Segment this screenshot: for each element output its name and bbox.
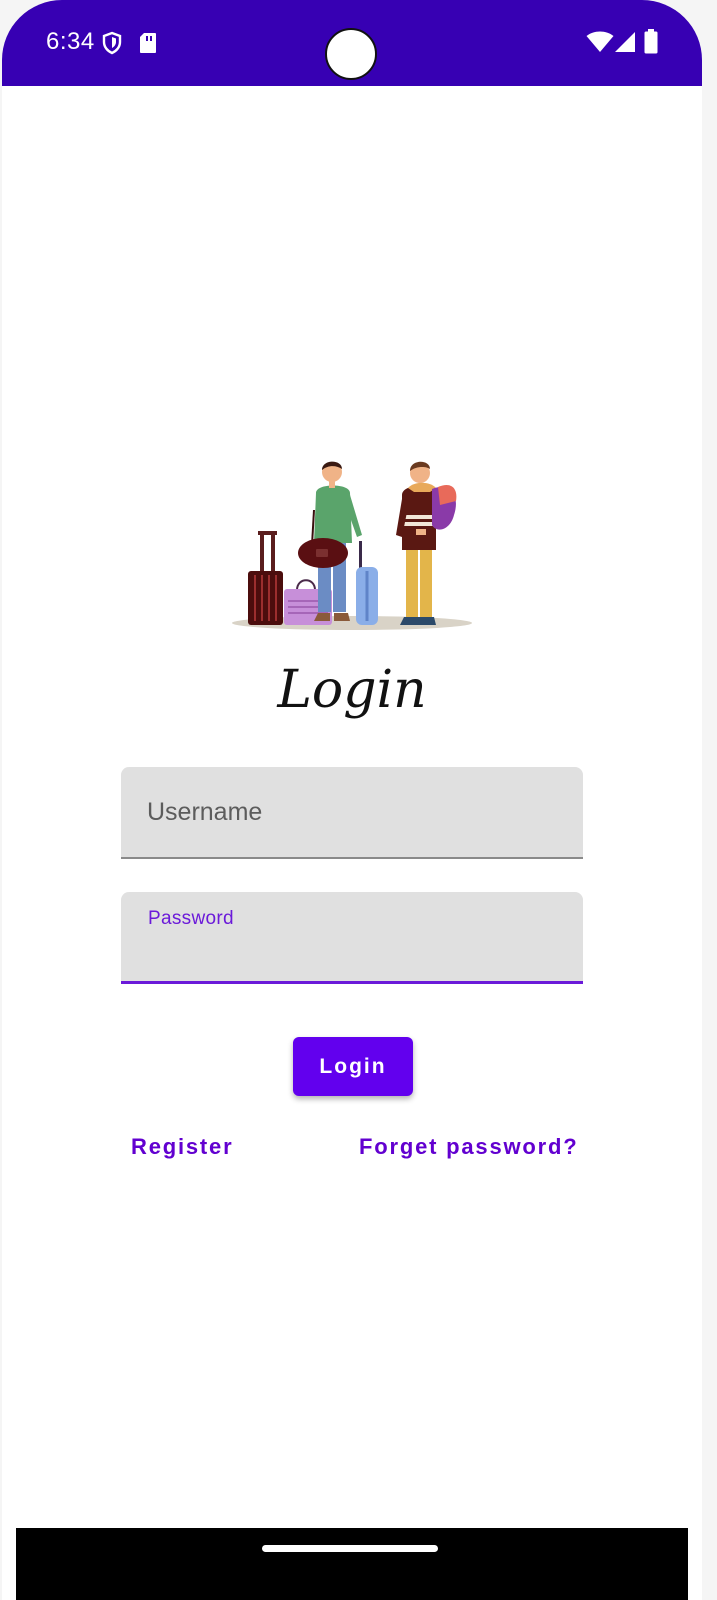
camera-cutout [325,28,377,80]
status-time: 6:34 [46,28,95,55]
travelers-illustration [232,461,472,630]
forget-password-link[interactable]: Forget password? [359,1134,578,1160]
login-button[interactable]: Login [293,1037,413,1096]
battery-icon [644,29,658,54]
home-gesture-handle[interactable] [262,1545,438,1552]
password-input[interactable] [121,892,583,981]
navigation-bar [16,1528,688,1600]
page-title: Login [277,660,427,720]
shield-icon [102,31,122,55]
register-link[interactable]: Register [131,1134,233,1160]
password-field[interactable]: Password [121,892,583,984]
sd-card-icon [140,33,156,53]
wifi-icon [586,31,614,52]
username-field[interactable] [121,767,583,859]
username-input[interactable] [121,767,583,857]
signal-icon [615,32,635,52]
phone-screen: 6:34 Login Username Password Login Regis… [2,0,702,1600]
